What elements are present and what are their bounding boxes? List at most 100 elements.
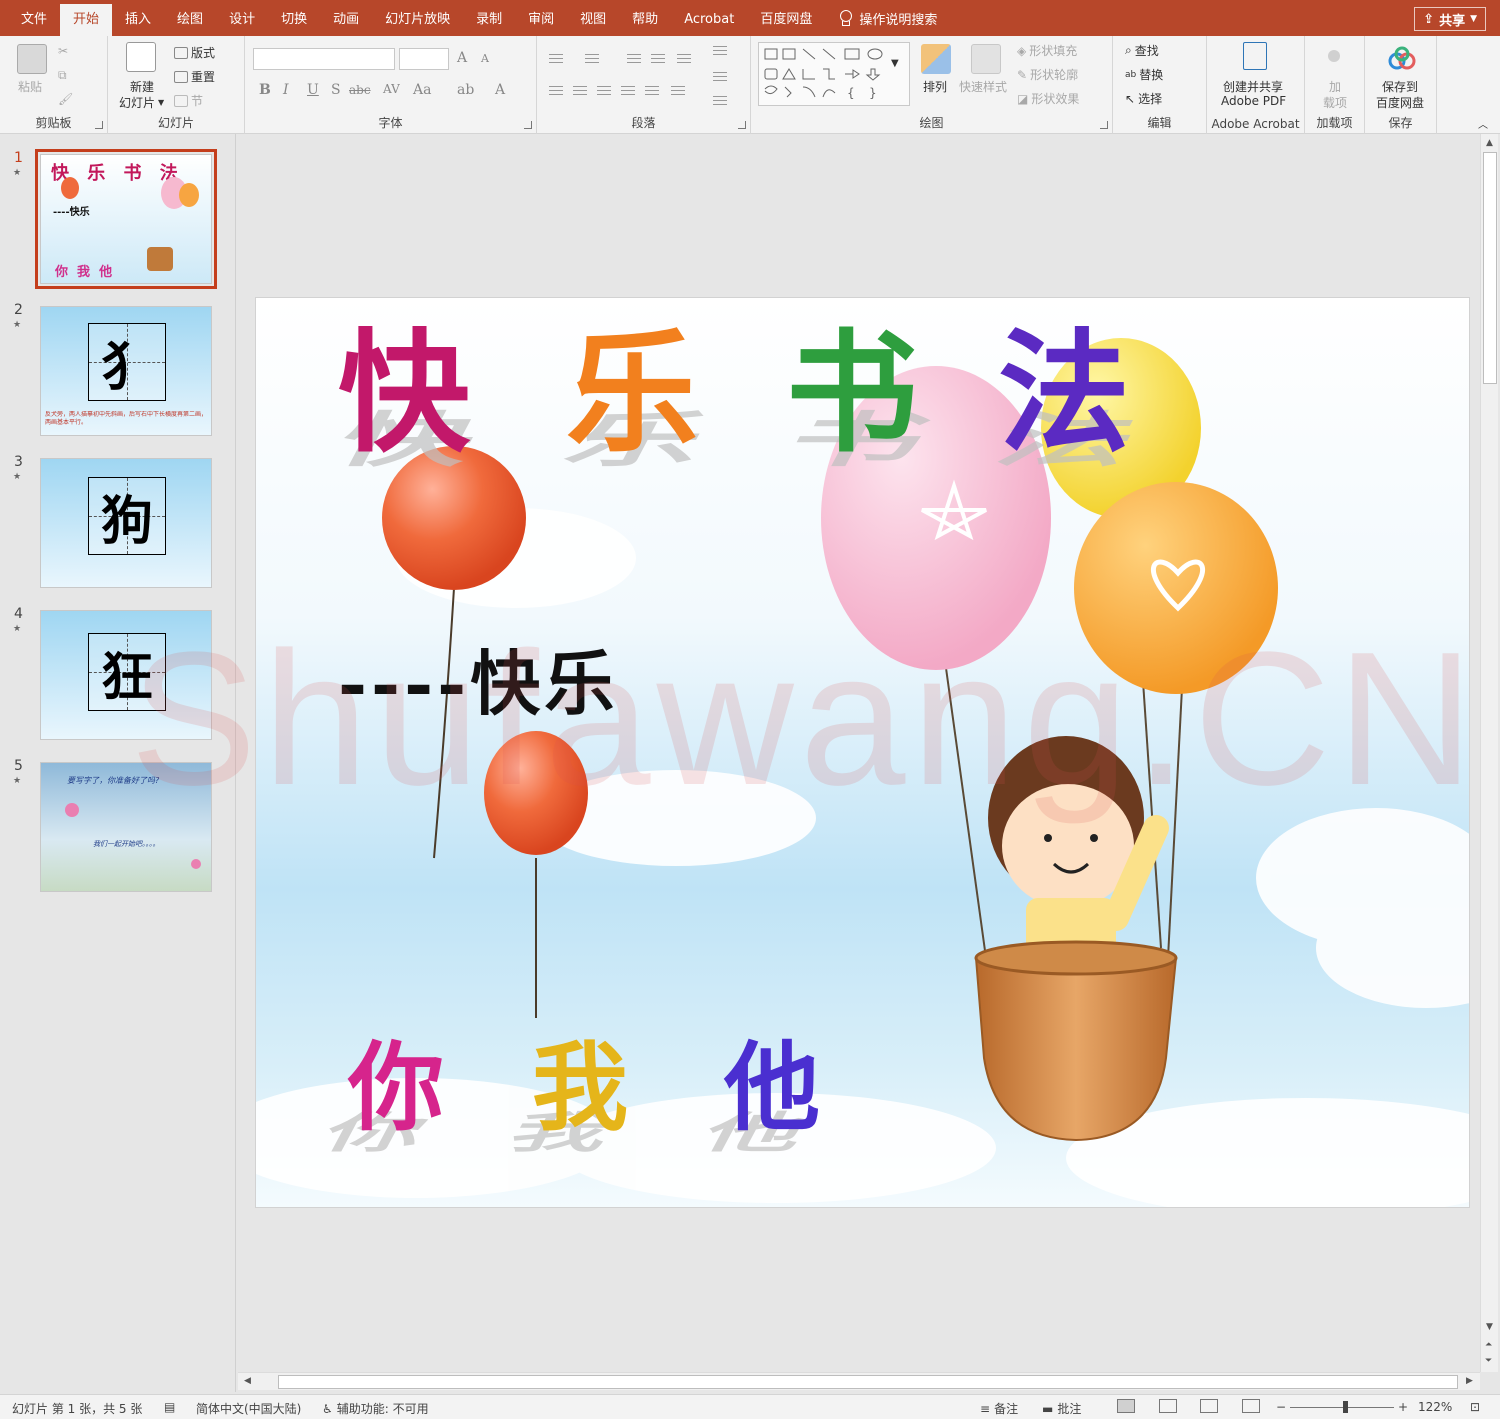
tab-baidu[interactable]: 百度网盘: [747, 0, 825, 36]
decrease-indent-icon[interactable]: [627, 54, 641, 65]
reading-view-button[interactable]: [1200, 1399, 1218, 1413]
tab-record[interactable]: 录制: [463, 0, 515, 36]
tell-me-search[interactable]: 操作说明搜索: [839, 9, 937, 28]
change-case-button[interactable]: Aa: [413, 82, 431, 98]
font-color-icon[interactable]: A: [495, 82, 505, 98]
spelling-check-icon[interactable]: ▤: [164, 1400, 175, 1414]
shape-effects-button[interactable]: ◪ 形状效果: [1017, 90, 1079, 107]
font-size-input[interactable]: [399, 48, 449, 70]
cut-icon[interactable]: ✂: [58, 44, 68, 58]
slide-thumbnail-2[interactable]: 犭 反犬旁，两人描摹初中先斜画，后写右中下长横度再第二画，两画基本平行。: [40, 306, 212, 436]
replace-button[interactable]: ab 替换: [1125, 66, 1163, 83]
align-text-icon[interactable]: [713, 72, 727, 83]
align-left-icon[interactable]: [549, 86, 563, 97]
zoom-level[interactable]: 122%: [1418, 1400, 1452, 1414]
tab-design[interactable]: 设计: [216, 0, 268, 36]
zoom-slider-track[interactable]: [1290, 1407, 1394, 1408]
accessibility-status[interactable]: ♿ 辅助功能: 不可用: [322, 1400, 429, 1417]
tab-view[interactable]: 视图: [567, 0, 619, 36]
slide-thumbnail-3[interactable]: 狗: [40, 458, 212, 588]
text-direction-icon[interactable]: [713, 46, 727, 57]
shapes-more-icon[interactable]: ▼: [891, 58, 899, 69]
select-button[interactable]: ↖ 选择: [1125, 90, 1162, 107]
bullets-icon[interactable]: [549, 54, 563, 65]
arrange-button[interactable]: 排列: [923, 78, 947, 95]
vertical-scrollbar[interactable]: ▲ ▼ ⏶ ⏷: [1480, 134, 1498, 1372]
share-button[interactable]: ⇪ 共享 ▼: [1414, 7, 1486, 31]
tab-review[interactable]: 审阅: [515, 0, 567, 36]
tab-transitions[interactable]: 切换: [268, 0, 320, 36]
slide-1[interactable]: 快 乐 书 法 快 乐 书 法 ----快乐 你 我 他 你 我 他: [255, 297, 1470, 1208]
title-char-3[interactable]: 书: [786, 328, 918, 460]
shapes-gallery[interactable]: { }: [758, 42, 910, 106]
distributed-icon[interactable]: [645, 86, 659, 97]
bottom-char-3[interactable]: 他: [724, 1040, 820, 1136]
shape-outline-button[interactable]: ✎ 形状轮廓: [1017, 66, 1078, 83]
italic-button[interactable]: I: [283, 82, 289, 98]
addins-label-1[interactable]: 加: [1329, 78, 1341, 95]
numbering-icon[interactable]: [585, 54, 599, 65]
save-baidu-label-1[interactable]: 保存到: [1382, 78, 1418, 95]
tab-help[interactable]: 帮助: [619, 0, 671, 36]
new-slide-button[interactable]: 幻灯片 ▼: [119, 94, 164, 111]
new-slide-label-1[interactable]: 新建: [130, 78, 154, 95]
font-name-input[interactable]: [253, 48, 395, 70]
dialog-launcher-icon[interactable]: [738, 121, 746, 129]
tab-slideshow[interactable]: 幻灯片放映: [372, 0, 463, 36]
slide-thumbnail-4[interactable]: 狂: [40, 610, 212, 740]
layout-button[interactable]: 版式: [174, 44, 215, 61]
section-button[interactable]: 节: [174, 92, 203, 109]
vertical-scroll-thumb[interactable]: [1483, 152, 1497, 384]
tab-insert[interactable]: 插入: [112, 0, 164, 36]
title-char-1[interactable]: 快: [338, 328, 470, 460]
zoom-out-icon[interactable]: −: [1276, 1400, 1286, 1414]
tab-animations[interactable]: 动画: [320, 0, 372, 36]
collapse-ribbon-icon[interactable]: ︿: [1478, 116, 1488, 131]
quick-styles-button[interactable]: 快速样式: [959, 78, 1007, 95]
next-slide-icon[interactable]: ⏷: [1485, 1356, 1492, 1366]
text-shadow-button[interactable]: S: [331, 82, 341, 98]
slide-thumbnail-5[interactable]: 要写字了，你准备好了吗? 我们一起开始吧。。。。: [40, 762, 212, 892]
tab-draw[interactable]: 绘图: [164, 0, 216, 36]
tab-home[interactable]: 开始: [60, 4, 113, 36]
grow-font-icon[interactable]: A: [457, 50, 467, 66]
scroll-down-icon[interactable]: ▼: [1486, 1322, 1493, 1332]
increase-indent-icon[interactable]: [651, 54, 665, 65]
tab-acrobat[interactable]: Acrobat: [671, 0, 747, 36]
smartart-icon[interactable]: [713, 96, 727, 107]
slideshow-view-button[interactable]: [1242, 1399, 1260, 1413]
slide-sorter-view-button[interactable]: [1159, 1399, 1177, 1413]
bottom-char-1[interactable]: 你: [348, 1040, 444, 1136]
format-painter-icon[interactable]: 🖌: [58, 92, 73, 106]
bold-button[interactable]: B: [259, 82, 271, 98]
shape-fill-button[interactable]: ◈ 形状填充: [1017, 42, 1077, 59]
strikethrough-button[interactable]: abc: [349, 83, 371, 97]
line-spacing-icon[interactable]: [677, 54, 691, 65]
align-center-icon[interactable]: [573, 86, 587, 97]
horizontal-scrollbar[interactable]: ◀ ▶: [238, 1372, 1480, 1390]
shrink-font-icon[interactable]: A: [481, 52, 489, 65]
title-char-4[interactable]: 法: [998, 328, 1130, 460]
comments-button[interactable]: ▬ 批注: [1042, 1400, 1081, 1417]
create-pdf-label-1[interactable]: 创建并共享: [1223, 78, 1283, 95]
align-right-icon[interactable]: [597, 86, 611, 97]
paste-button[interactable]: 粘贴: [18, 78, 42, 95]
dialog-launcher-icon[interactable]: [1100, 121, 1108, 129]
fit-to-window-icon[interactable]: ⊡: [1470, 1400, 1480, 1414]
title-char-2[interactable]: 乐: [566, 328, 698, 460]
scroll-left-icon[interactable]: ◀: [244, 1376, 251, 1386]
prev-slide-icon[interactable]: ⏶: [1485, 1340, 1492, 1350]
scroll-right-icon[interactable]: ▶: [1466, 1376, 1473, 1386]
zoom-slider-thumb[interactable]: [1343, 1401, 1348, 1413]
dialog-launcher-icon[interactable]: [95, 121, 103, 129]
justify-icon[interactable]: [621, 86, 635, 97]
zoom-in-icon[interactable]: +: [1398, 1400, 1408, 1414]
reset-button[interactable]: 重置: [174, 68, 215, 85]
copy-icon[interactable]: ⧉: [58, 68, 67, 83]
save-baidu-label-2[interactable]: 百度网盘: [1376, 94, 1424, 111]
slide-thumbnail-1[interactable]: 快 乐 书 法 ----快乐 你 我 他: [35, 149, 217, 289]
scroll-up-icon[interactable]: ▲: [1486, 138, 1493, 148]
char-spacing-button[interactable]: AV: [383, 82, 400, 96]
language-indicator[interactable]: 简体中文(中国大陆): [196, 1400, 301, 1417]
tab-file[interactable]: 文件: [8, 0, 60, 36]
